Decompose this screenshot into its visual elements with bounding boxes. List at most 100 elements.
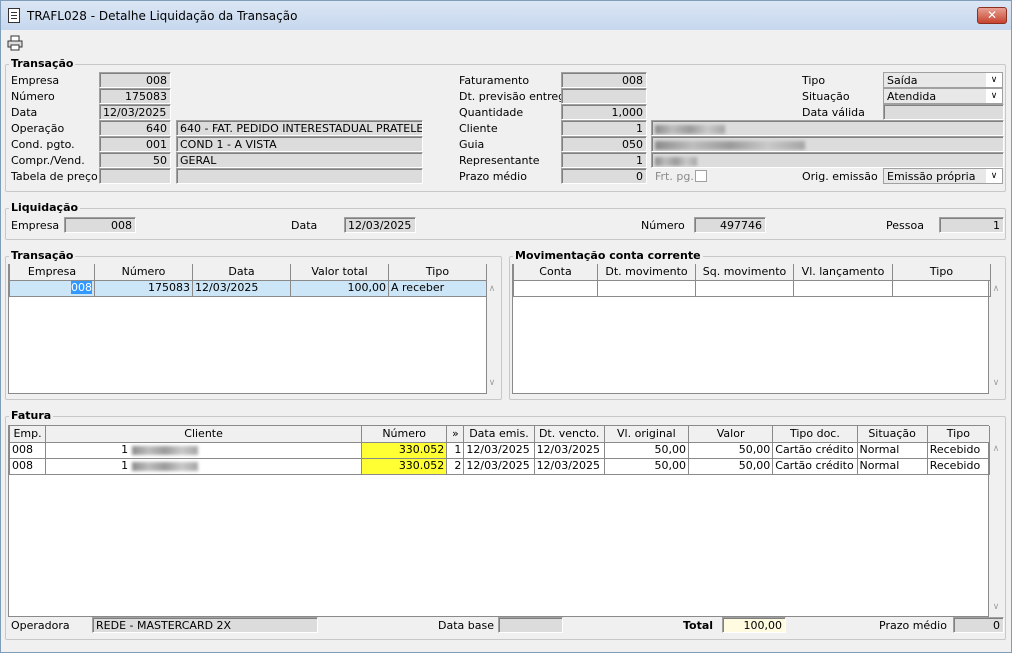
footer-prazo-label: Prazo médio (879, 619, 947, 632)
cell-situacao[interactable]: Normal (856, 441, 928, 459)
col-valor[interactable]: Valor (688, 426, 774, 443)
data-base-field (498, 617, 563, 633)
operacao-code-field: 640 (99, 120, 171, 136)
cell-numero[interactable]: 330.052 (361, 441, 448, 459)
tipo-value: Saída (887, 74, 918, 87)
frt-pg-checkbox[interactable] (695, 170, 707, 182)
footer-prazo-field: 0 (953, 617, 1004, 633)
faturamento-label: Faturamento (459, 74, 530, 87)
representante-name-field (651, 152, 1004, 168)
cell-dt-vencto[interactable]: 12/03/2025 (533, 441, 605, 459)
liq-pessoa-field: 1 (939, 217, 1004, 233)
col-empresa[interactable]: Empresa (9, 264, 95, 281)
redacted-text (131, 461, 198, 471)
liq-empresa-field: 008 (64, 217, 136, 233)
col-emp[interactable]: Emp. (8, 426, 47, 443)
col-data-emis[interactable]: Data emis. (463, 426, 535, 443)
liq-pessoa-label: Pessoa (886, 219, 924, 232)
tabela-preco-desc-field (176, 168, 423, 184)
col-numero[interactable]: Número (361, 426, 448, 443)
scroll-down-icon[interactable]: ∨ (989, 378, 1003, 388)
col-data[interactable]: Data (192, 264, 291, 281)
tabela-preco-label: Tabela de preço (11, 170, 98, 183)
col-numero[interactable]: Número (94, 264, 193, 281)
cell-emp[interactable]: 008 (8, 441, 47, 459)
cell-parcela[interactable]: 1 (446, 441, 465, 459)
cell-valor-total[interactable]: 100,00 (290, 279, 389, 297)
situacao-select[interactable]: Atendida ∨ (883, 88, 1003, 104)
faturamento-field: 008 (561, 72, 647, 88)
cell-parcela[interactable]: 2 (446, 457, 465, 475)
col-dt-vencto[interactable]: Dt. vencto. (533, 426, 605, 443)
redacted-text (131, 445, 198, 455)
previsao-label: Dt. previsão entrega (459, 90, 572, 103)
col-cliente[interactable]: Cliente (45, 426, 363, 443)
cell-dt-vencto[interactable]: 12/03/2025 (533, 457, 605, 475)
operacao-label: Operação (11, 122, 65, 135)
cliente-name-field (651, 120, 1004, 136)
cell-numero[interactable]: 175083 (94, 279, 193, 297)
orig-emissao-select[interactable]: Emissão própria ∨ (883, 168, 1003, 184)
col-situacao[interactable]: Situação (856, 426, 928, 443)
table-row[interactable]: 008 1 330.052 1 12/03/2025 12/03/2025 50… (8, 441, 991, 459)
scroll-up-icon[interactable]: ∧ (485, 284, 499, 294)
cell-empresa[interactable]: 008 (71, 281, 92, 294)
data-label: Data (11, 106, 38, 119)
cell-cliente[interactable]: 1 (45, 457, 363, 475)
col-vl-original[interactable]: Vl. original (603, 426, 690, 443)
col-tipo-doc[interactable]: Tipo doc. (772, 426, 858, 443)
cell-tipo-doc[interactable]: Cartão crédito (772, 457, 858, 475)
liq-data-label: Data (291, 219, 318, 232)
table-row[interactable]: 008 175083 12/03/2025 100,00 A receber (9, 279, 487, 297)
operacao-desc-field: 640 - FAT. PEDIDO INTERESTADUAL PRATELEI… (176, 120, 423, 136)
scroll-up-icon[interactable]: ∧ (989, 444, 1003, 454)
transacao-grid-title: Transação (9, 249, 76, 262)
compr-vend-label: Compr./Vend. (11, 154, 85, 167)
orig-emissao-value: Emissão própria (887, 170, 976, 183)
col-parcela[interactable]: » (446, 426, 465, 443)
col-sq-movimento[interactable]: Sq. movimento (695, 264, 794, 281)
table-row[interactable] (513, 279, 991, 297)
cell-valor[interactable]: 50,00 (688, 441, 774, 459)
cell-emp[interactable]: 008 (8, 457, 47, 475)
cell-cliente[interactable]: 1 (45, 441, 363, 459)
scroll-down-icon[interactable]: ∨ (485, 378, 499, 388)
compr-vend-desc-field: GERAL (176, 152, 423, 168)
liquidacao-title: Liquidação (9, 201, 81, 214)
col-vl-lancamento[interactable]: Vl. lançamento (793, 264, 893, 281)
quantidade-field: 1,000 (561, 104, 647, 120)
cell-situacao[interactable]: Normal (856, 457, 928, 475)
tipo-select[interactable]: Saída ∨ (883, 72, 1003, 88)
liq-numero-field: 497746 (694, 217, 766, 233)
col-tipo[interactable]: Tipo (388, 264, 487, 281)
col-tipo[interactable]: Tipo (926, 426, 991, 443)
table-row[interactable]: 008 1 330.052 2 12/03/2025 12/03/2025 50… (8, 457, 991, 475)
cell-tipo-doc[interactable]: Cartão crédito (772, 441, 858, 459)
cell-tipo[interactable]: Recebido (926, 457, 991, 475)
col-dt-movimento[interactable]: Dt. movimento (597, 264, 696, 281)
close-button[interactable]: ✕ (977, 7, 1007, 24)
orig-emissao-label: Orig. emissão (802, 170, 878, 183)
scroll-down-icon[interactable]: ∨ (989, 602, 1003, 612)
data-valida-label: Data válida (802, 106, 865, 119)
quantidade-label: Quantidade (459, 106, 524, 119)
printer-icon[interactable] (7, 35, 23, 51)
cell-data-emis[interactable]: 12/03/2025 (463, 441, 535, 459)
cell-valor[interactable]: 50,00 (688, 457, 774, 475)
cell-tipo[interactable]: A receber (388, 279, 487, 297)
col-conta[interactable]: Conta (513, 264, 598, 281)
cell-data[interactable]: 12/03/2025 (192, 279, 291, 297)
compr-vend-code-field: 50 (99, 152, 171, 168)
guia-code-field: 050 (561, 136, 647, 152)
cell-vl-original[interactable]: 50,00 (603, 441, 690, 459)
transacao-title: Transação (9, 57, 76, 70)
cliente-label: Cliente (459, 122, 498, 135)
col-tipo[interactable]: Tipo (892, 264, 991, 281)
cell-vl-original[interactable]: 50,00 (603, 457, 690, 475)
col-valor-total[interactable]: Valor total (290, 264, 389, 281)
cell-tipo[interactable]: Recebido (926, 441, 991, 459)
scroll-up-icon[interactable]: ∧ (989, 284, 1003, 294)
cond-pgto-desc-field: COND 1 - A VISTA (176, 136, 423, 152)
cell-numero[interactable]: 330.052 (361, 457, 448, 475)
cell-data-emis[interactable]: 12/03/2025 (463, 457, 535, 475)
